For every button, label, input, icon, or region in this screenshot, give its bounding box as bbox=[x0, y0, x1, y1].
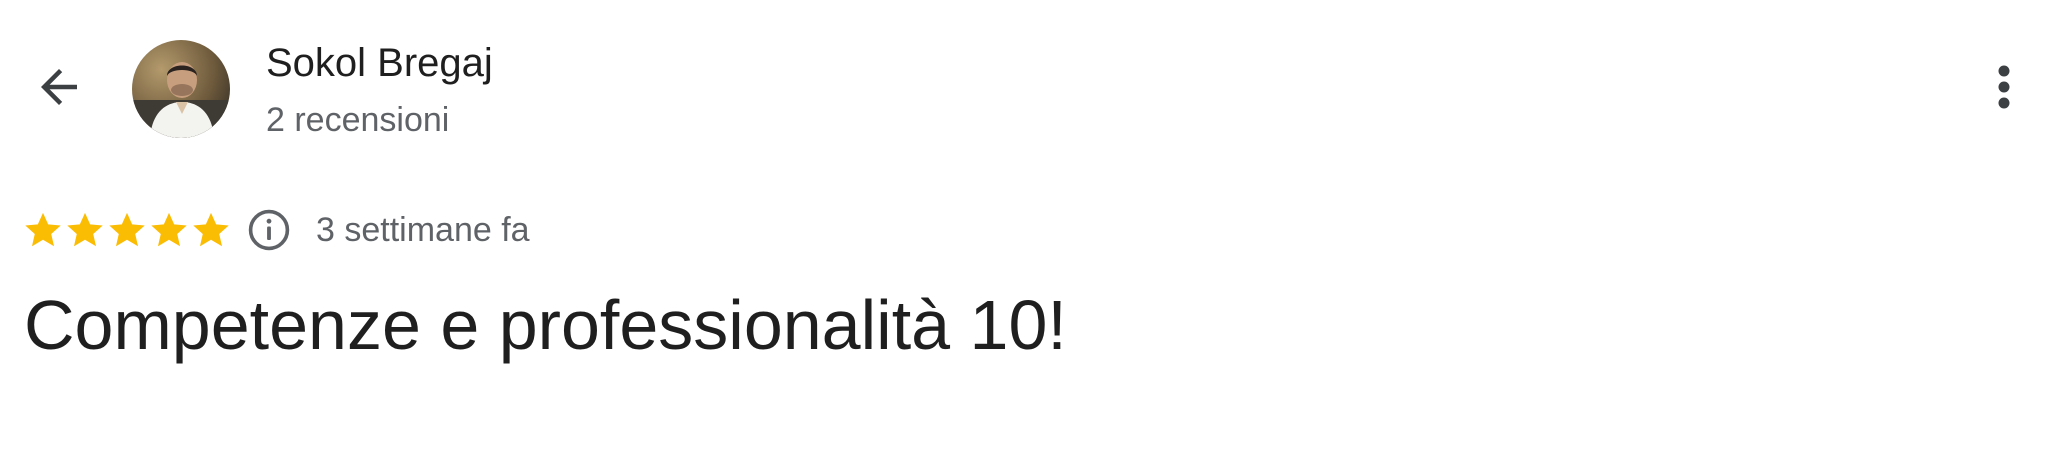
arrow-back-icon bbox=[32, 60, 86, 119]
more-vert-icon bbox=[1997, 64, 2011, 115]
star-icon bbox=[67, 212, 103, 247]
info-icon[interactable] bbox=[244, 205, 294, 255]
reviewer-review-count[interactable]: 2 recensioni bbox=[266, 98, 449, 142]
more-options-button[interactable] bbox=[1978, 58, 2030, 120]
review-text: Competenze e professionalità 10! bbox=[24, 286, 1067, 364]
review-time: 3 settimane fa bbox=[316, 211, 530, 249]
star-icon bbox=[193, 212, 229, 247]
rating-row: 3 settimane fa bbox=[22, 205, 530, 255]
avatar-photo bbox=[132, 40, 230, 138]
star-rating bbox=[22, 209, 232, 251]
reviewer-name[interactable]: Sokol Bregaj bbox=[266, 38, 493, 88]
avatar[interactable] bbox=[132, 40, 230, 138]
star-icon bbox=[109, 212, 145, 247]
star-icon bbox=[151, 212, 187, 247]
back-button[interactable] bbox=[28, 58, 90, 120]
star-icon bbox=[25, 212, 61, 247]
